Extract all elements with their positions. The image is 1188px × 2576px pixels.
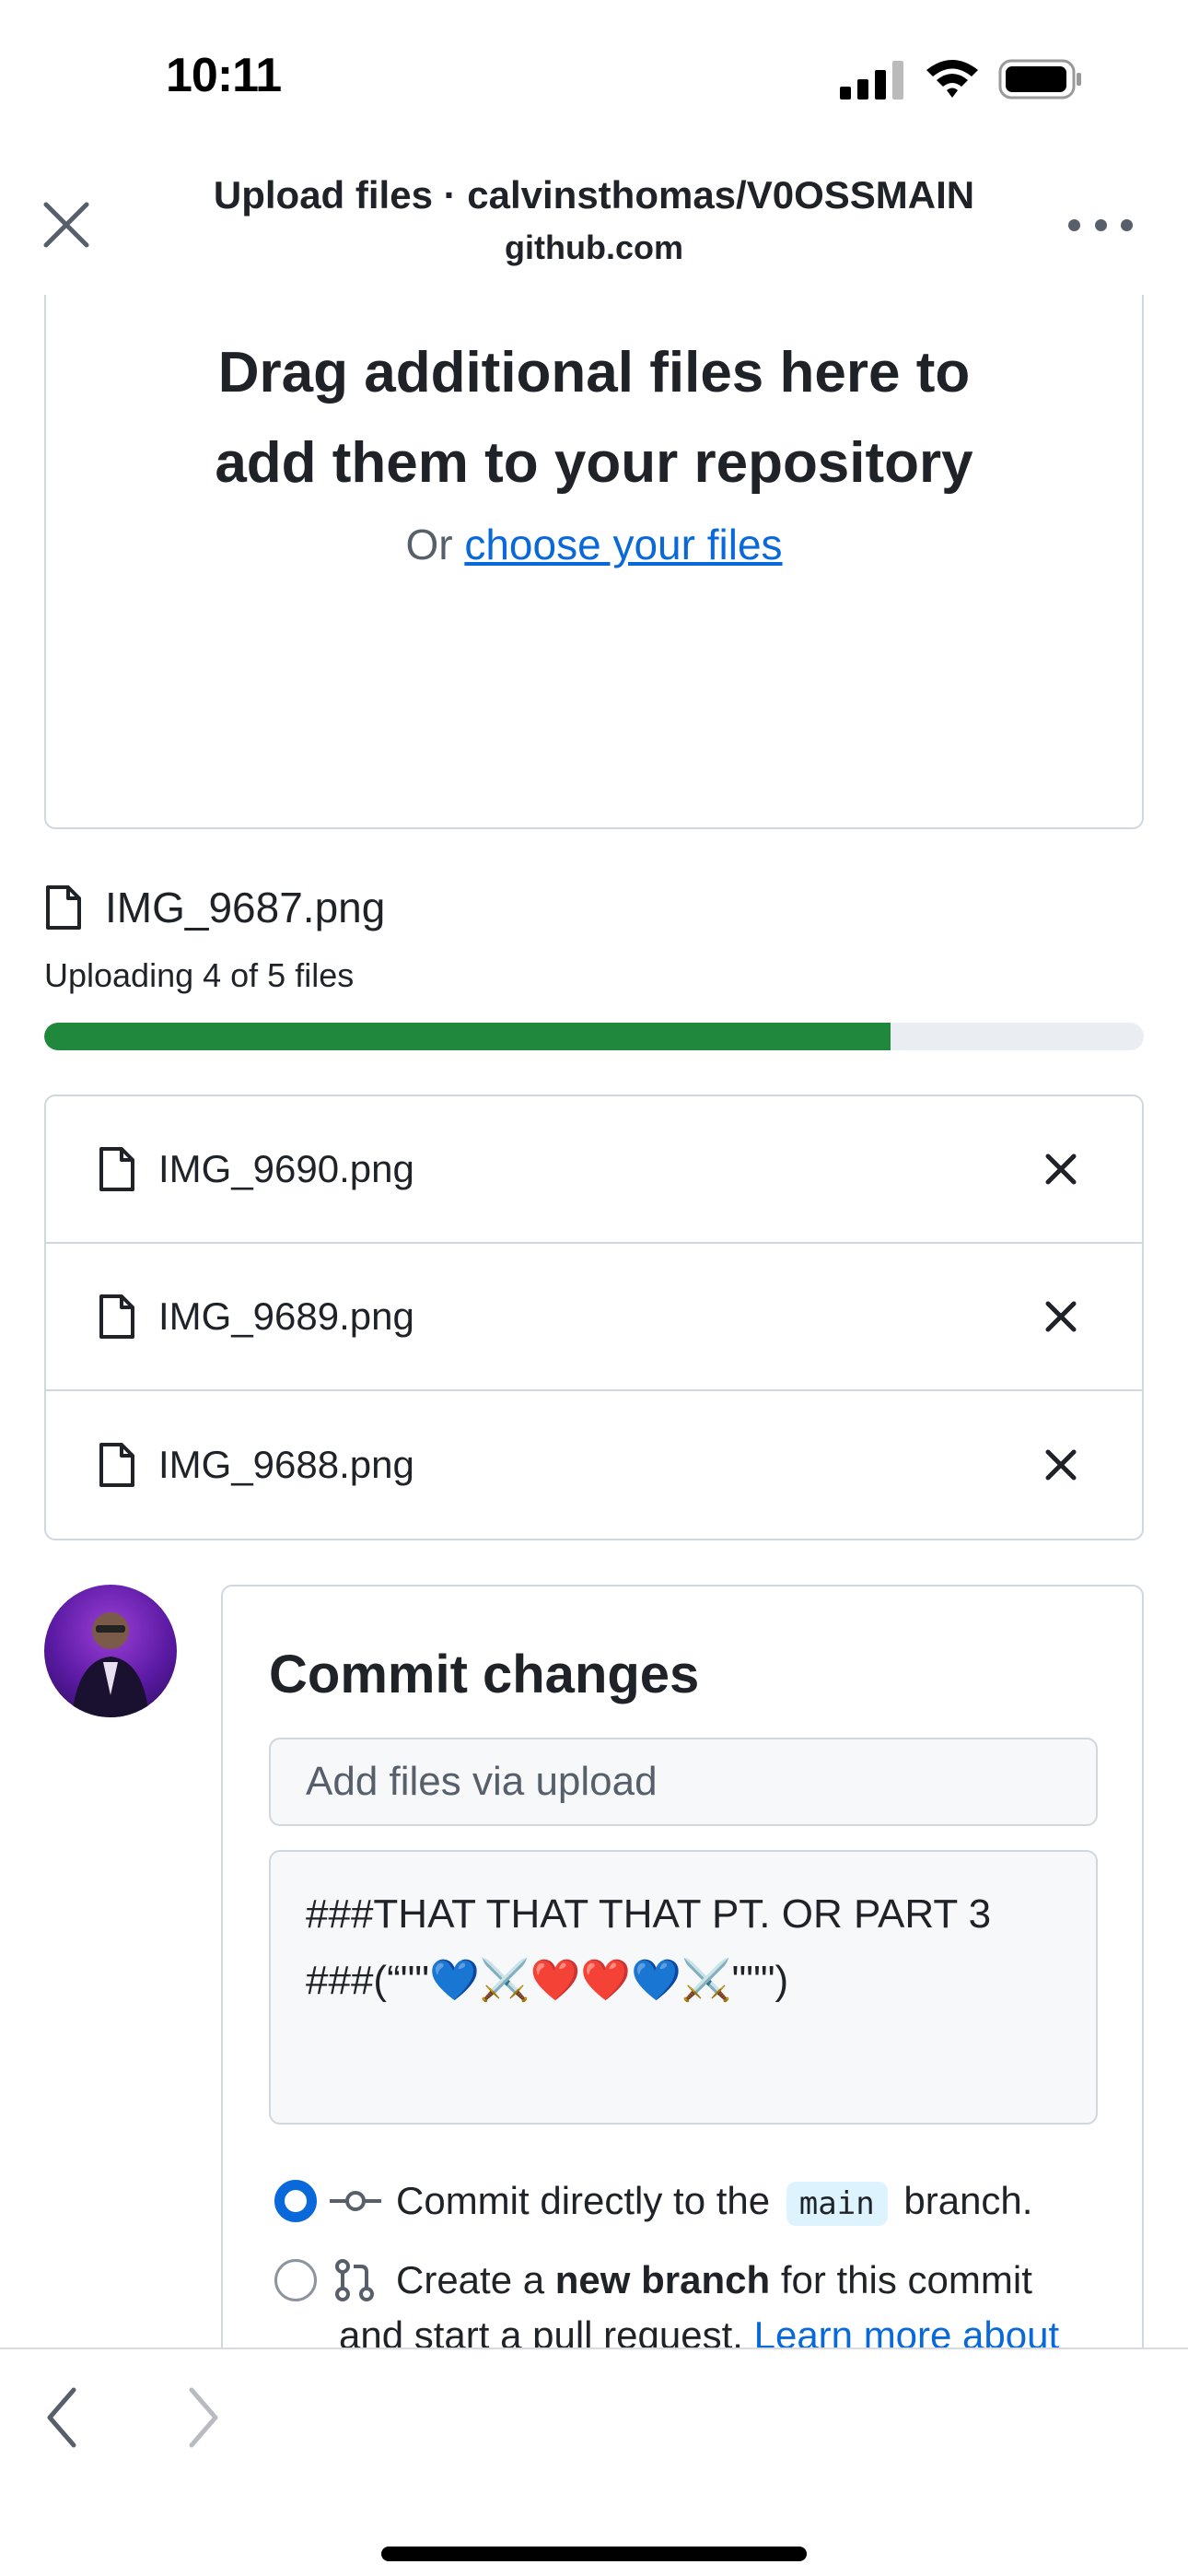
browser-header: Upload files · calvinsthomas/V0OSSMAIN g…: [0, 157, 1188, 295]
file-dropzone[interactable]: Drag additional files here to add them t…: [44, 295, 1144, 829]
cellular-signal-icon: [840, 61, 903, 100]
list-item: IMG_9690.png: [46, 1096, 1142, 1244]
page-domain: github.com: [505, 228, 683, 266]
list-item: IMG_9689.png: [46, 1244, 1142, 1391]
dropzone-heading: Drag additional files here to add them t…: [215, 341, 973, 495]
branch-name-badge: main: [786, 2182, 888, 2226]
uploading-file-name: IMG_9687.png: [105, 884, 386, 931]
status-time: 10:11: [166, 49, 282, 102]
remove-file-icon[interactable]: [1031, 1287, 1090, 1346]
remove-file-icon[interactable]: [1031, 1140, 1090, 1199]
file-name: IMG_9690.png: [158, 1147, 414, 1190]
commit-new-branch-option[interactable]: Create a new branch for this commit: [274, 2252, 1032, 2309]
commit-summary-input[interactable]: Add files via upload: [269, 1738, 1098, 1826]
dropzone-subtext: Or choose your files: [405, 521, 783, 568]
queued-files-list: IMG_9690.png IMG_9689.png IMG_9688.png: [44, 1095, 1144, 1540]
more-options-icon[interactable]: [1068, 214, 1133, 236]
file-icon: [46, 885, 81, 930]
forward-chevron-icon[interactable]: [181, 2384, 225, 2451]
avatar-person-icon: [72, 1612, 149, 1717]
commit-new-branch-radio[interactable]: [274, 2259, 317, 2301]
list-item: IMG_9688.png: [46, 1391, 1142, 1539]
upload-progress-bar: [44, 1023, 1144, 1050]
git-pull-request-icon: [335, 2259, 374, 2301]
file-icon: [99, 1147, 134, 1191]
status-bar: 10:11: [0, 0, 1188, 157]
upload-progress-fill: [44, 1023, 891, 1050]
close-icon[interactable]: [37, 195, 96, 254]
commit-direct-radio[interactable]: [274, 2180, 317, 2222]
battery-icon: [998, 59, 1081, 100]
git-commit-icon: [330, 2191, 381, 2211]
file-icon: [99, 1294, 134, 1339]
remove-file-icon[interactable]: [1031, 1435, 1090, 1494]
uploading-file: IMG_9687.png: [44, 875, 385, 940]
file-icon: [99, 1443, 134, 1487]
page-title: Upload files · calvinsthomas/V0OSSMAIN: [213, 173, 975, 217]
file-name: IMG_9688.png: [158, 1443, 414, 1486]
file-name: IMG_9689.png: [158, 1294, 414, 1338]
wifi-icon: [926, 60, 978, 98]
avatar: [44, 1585, 177, 1717]
commit-title: Commit changes: [269, 1645, 700, 1704]
commit-direct-option[interactable]: Commit directly to the main branch.: [274, 2172, 1032, 2232]
back-chevron-icon[interactable]: [41, 2384, 85, 2451]
choose-files-link[interactable]: choose your files: [464, 521, 782, 568]
commit-new-branch-label: Create a new branch for this commit: [396, 2258, 1032, 2301]
commit-description-textarea[interactable]: ###THAT THAT THAT PT. OR PART 3 ###(“""💙…: [269, 1850, 1098, 2125]
commit-direct-label: Commit directly to the main branch.: [396, 2172, 1032, 2232]
browser-toolbar: [0, 2348, 1188, 2576]
upload-status: Uploading 4 of 5 files: [44, 956, 355, 994]
home-indicator: [381, 2547, 807, 2561]
